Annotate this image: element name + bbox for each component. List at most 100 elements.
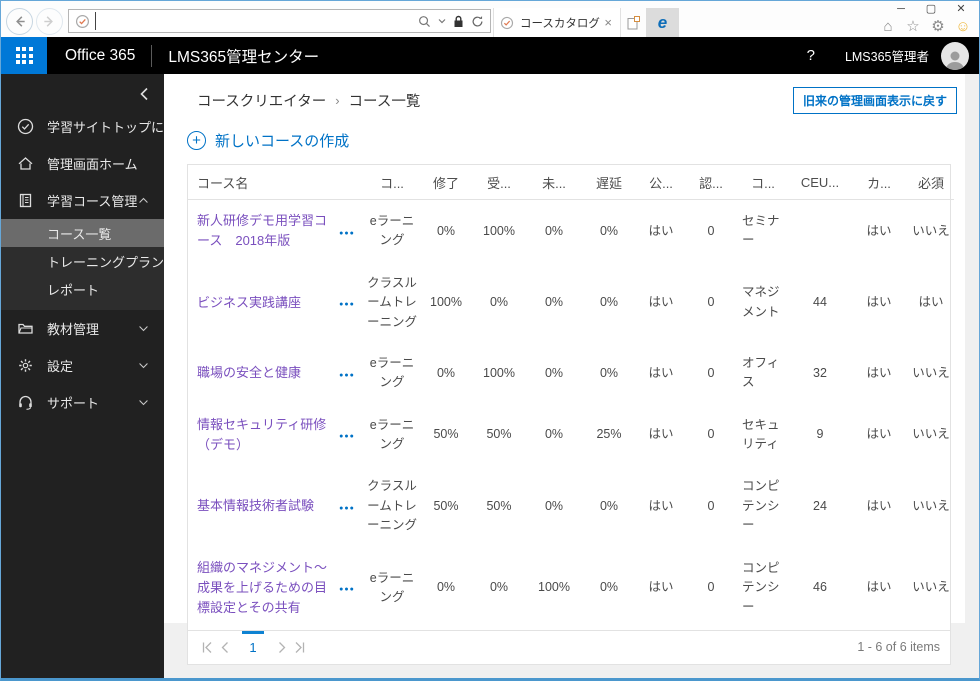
in_progress-cell: 100% [483, 223, 515, 238]
cert-cell: 0 [707, 365, 715, 380]
avatar[interactable] [941, 41, 969, 70]
caret-down-icon[interactable] [438, 18, 446, 24]
column-header-3[interactable]: 修了 [420, 165, 472, 200]
sidebar-item-label: 教材管理 [47, 322, 100, 337]
new-tab-button[interactable] [621, 8, 646, 37]
sidebar-item-3[interactable]: コース一覧 [1, 219, 164, 247]
breadcrumb-current: コース一覧 [348, 94, 421, 110]
course-link[interactable]: 基本情報技術者試験 [197, 498, 314, 513]
column-header-5[interactable]: 未... [526, 165, 582, 200]
not_started-cell: 0% [544, 498, 564, 513]
create-course-label: 新しいコースの作成 [215, 133, 350, 150]
favorites-star-icon[interactable]: ☆ [902, 18, 924, 36]
pager-current-page[interactable]: 1 [242, 630, 264, 655]
published-cell: はい [648, 365, 674, 380]
site-favicon-icon [75, 14, 90, 28]
address-bar[interactable] [68, 9, 491, 33]
ellipsis-menu-icon[interactable]: ●●● [339, 433, 355, 440]
ellipsis-menu-icon[interactable]: ●●● [339, 372, 355, 379]
browser-back-button[interactable] [6, 8, 33, 35]
catalog-cell: はい [866, 365, 892, 380]
home-icon[interactable]: ⌂ [877, 18, 899, 36]
column-header-0[interactable]: コース名 [188, 165, 330, 200]
address-input[interactable] [95, 12, 418, 30]
office365-brand[interactable]: Office 365 [65, 47, 135, 65]
column-header-2[interactable]: コ... [364, 165, 420, 200]
catalog-cell: はい [866, 498, 892, 513]
open-in-edge-button[interactable]: e [646, 8, 679, 37]
required-cell: いいえ [912, 365, 950, 380]
not_started-cell: 0% [544, 427, 564, 442]
ceu-cell: 32 [813, 365, 827, 380]
course-link[interactable]: 情報セキュリティ研修（デモ） [197, 417, 326, 452]
course-link[interactable]: 職場の安全と健康 [197, 365, 301, 380]
create-course-button[interactable]: + 新しいコースの作成 [187, 130, 349, 151]
breadcrumb-parent[interactable]: コースクリエイター [197, 90, 326, 111]
ellipsis-menu-icon[interactable]: ●●● [339, 301, 355, 308]
sidebar-item-1[interactable]: 管理画面ホーム [1, 145, 164, 182]
pager-next-button[interactable] [272, 638, 290, 656]
sidebar-item-2[interactable]: 学習コース管理 [1, 182, 164, 219]
pager-first-button[interactable] [198, 638, 216, 656]
type-cell: eラーニング [369, 570, 415, 605]
sidebar-item-7[interactable]: 設定 [1, 347, 164, 384]
column-header-6[interactable]: 遅延 [582, 165, 636, 200]
ellipsis-menu-icon[interactable]: ●●● [339, 230, 355, 237]
app-launcher-button[interactable] [1, 37, 47, 74]
headset-icon [19, 395, 32, 410]
ellipsis-menu-icon[interactable]: ●●● [339, 505, 355, 512]
ellipsis-menu-icon[interactable]: ●●● [339, 586, 355, 593]
browser-tab[interactable]: コースカタログ × [493, 8, 621, 37]
close-button[interactable]: ✕ [946, 1, 976, 18]
type-cell: eラーニング [369, 355, 415, 390]
tab-title: コースカタログ [520, 17, 600, 30]
sidebar-item-8[interactable]: サポート [1, 384, 164, 421]
user-name[interactable]: LMS365管理者 [845, 46, 929, 65]
column-header-7[interactable]: 公... [636, 165, 686, 200]
lock-icon [454, 15, 463, 27]
catalog-cell: はい [866, 223, 892, 238]
sidebar-item-0[interactable]: 学習サイトトップに... [1, 108, 164, 145]
sidebar-item-6[interactable]: 教材管理 [1, 310, 164, 347]
chevron-down-icon [139, 363, 148, 369]
column-header-10[interactable]: CEU... [790, 165, 850, 200]
column-header-9[interactable]: コ... [736, 165, 790, 200]
column-header-11[interactable]: カ... [850, 165, 908, 200]
window-controls: ─ ▢ ✕ [886, 1, 976, 18]
published-cell: はい [648, 295, 674, 310]
legacy-view-button[interactable]: 旧来の管理画面表示に戻す [792, 87, 957, 114]
tab-close-icon[interactable]: × [602, 15, 614, 30]
page-panel: コースクリエイター › コース一覧 旧来の管理画面表示に戻す + 新しいコースの… [164, 74, 965, 665]
table-row: 組織のマネジメント～成果を上げるための目標設定とその共有 ●●● eラーニング 0% 0… [188, 547, 954, 630]
in_progress-cell: 50% [486, 498, 512, 513]
column-header-8[interactable]: 認... [686, 165, 736, 200]
column-header-12[interactable]: 必須 [908, 165, 954, 200]
help-button[interactable]: ? [793, 47, 829, 64]
course-grid: コース名 コ... 修了 受... 未... 遅延 公... 認... コ... CEU... カ.… [187, 164, 954, 665]
pager-prev-button[interactable] [216, 638, 234, 656]
course-link[interactable]: ビジネス実践講座 [197, 295, 301, 310]
sidebar-collapse-button[interactable] [1, 80, 164, 108]
pager-last-button[interactable] [290, 638, 308, 656]
sidebar-item-4[interactable]: トレーニングプラン一覧 [1, 247, 164, 275]
breadcrumb-separator: › [335, 93, 340, 108]
course-link[interactable]: 新人研修デモ用学習コース 2018年版 [197, 213, 327, 248]
cert-cell: 0 [707, 498, 715, 513]
column-header-4[interactable]: 受... [472, 165, 526, 200]
published-cell: はい [648, 498, 674, 513]
feedback-smiley-icon[interactable]: ☺ [952, 18, 974, 36]
maximize-button[interactable]: ▢ [916, 1, 946, 18]
type-cell: クラスルームトレーニング [367, 479, 418, 533]
office365-suite-bar: Office 365 LMS365管理センター ? LMS365管理者 [1, 37, 979, 74]
search-icon[interactable] [418, 15, 431, 28]
in_progress-cell: 50% [486, 427, 512, 442]
settings-gear-icon[interactable]: ⚙ [927, 18, 949, 36]
browser-forward-button[interactable] [36, 8, 63, 35]
category-cell: コンピテンシー [742, 479, 780, 533]
row-menu-cell: ●●● [330, 343, 364, 404]
ceu-cell: 44 [813, 295, 827, 310]
sidebar-item-5[interactable]: レポート [1, 275, 164, 303]
minimize-button[interactable]: ─ [886, 1, 916, 18]
refresh-icon[interactable] [471, 15, 484, 28]
course-link[interactable]: 組織のマネジメント～成果を上げるための目標設定とその共有 [197, 560, 327, 616]
